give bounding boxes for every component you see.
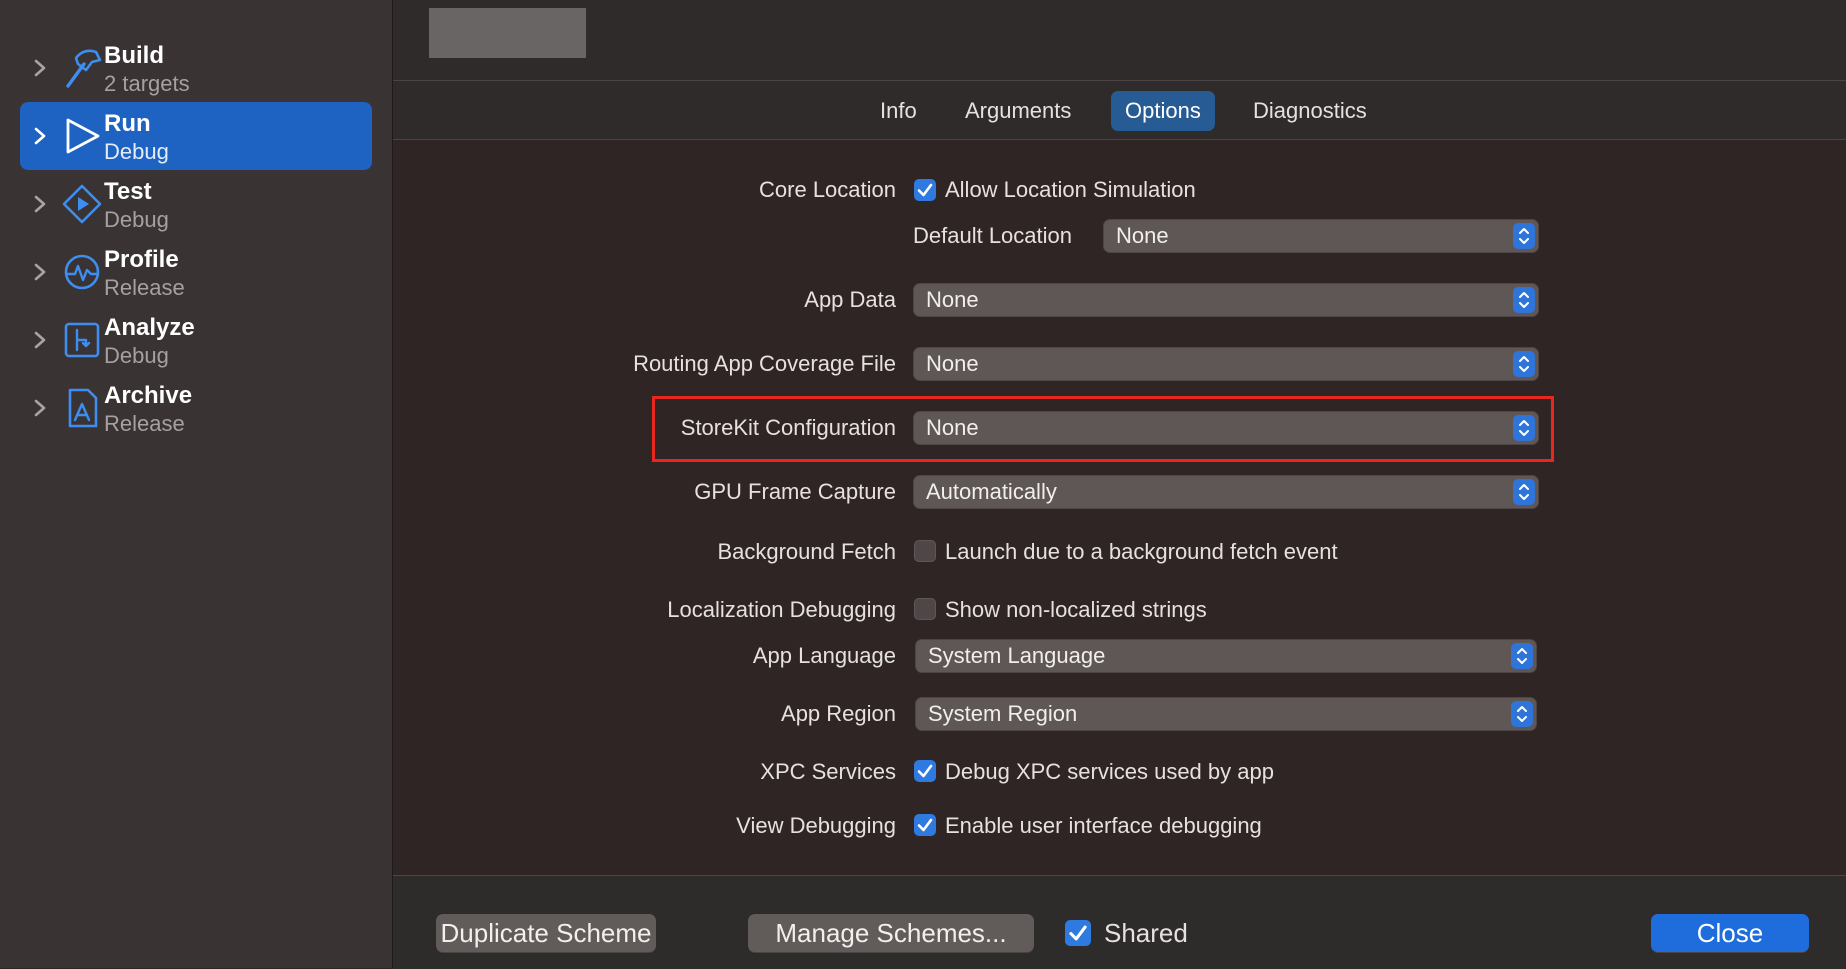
app-language-label: App Language	[752, 643, 896, 668]
sidebar-item-title: Test	[104, 178, 152, 205]
app-data-popup[interactable]: None	[914, 284, 1538, 316]
xpc-services-checkbox-label: Debug XPC services used by app	[945, 759, 1274, 784]
chevron-right-icon[interactable]	[28, 122, 52, 150]
app-region-label: App Region	[781, 701, 896, 726]
app-language-popup[interactable]: System Language	[916, 640, 1536, 672]
app-region-popup[interactable]: System Region	[916, 698, 1536, 730]
routing-app-coverage-label: Routing App Coverage File	[633, 351, 896, 376]
popup-value: None	[1116, 223, 1169, 248]
duplicate-scheme-button[interactable]: Duplicate Scheme	[436, 914, 656, 952]
checkmark-icon	[1069, 925, 1087, 941]
chevron-right-icon[interactable]	[28, 394, 52, 422]
localization-debugging-checkbox-label: Show non-localized strings	[945, 597, 1207, 622]
bottom-bar: Duplicate Scheme Manage Schemes... Share…	[393, 875, 1846, 969]
checkmark-icon	[917, 764, 933, 778]
tab-diagnostics[interactable]: Diagnostics	[1239, 91, 1381, 131]
background-fetch-label: Background Fetch	[717, 539, 896, 564]
shared-checkbox-label: Shared	[1104, 918, 1188, 948]
tab-bar: Info Arguments Options Diagnostics	[393, 81, 1846, 140]
default-location-label: Default Location	[913, 223, 1072, 248]
play-icon	[66, 118, 100, 154]
core-location-checkbox[interactable]	[914, 179, 936, 201]
sidebar-item-title: Profile	[104, 246, 179, 273]
shared-checkbox[interactable]	[1065, 920, 1091, 946]
tab-options[interactable]: Options	[1111, 91, 1215, 131]
core-location-checkbox-label: Allow Location Simulation	[945, 177, 1196, 202]
test-diamond-icon	[62, 184, 102, 224]
view-debugging-checkbox[interactable]	[914, 814, 936, 836]
sidebar-item-subtitle: Debug	[104, 207, 169, 232]
xpc-services-checkbox[interactable]	[914, 760, 936, 782]
sidebar-item-subtitle: Debug	[104, 139, 169, 164]
chevron-updown-icon	[1513, 287, 1535, 313]
chevron-updown-icon	[1511, 701, 1533, 727]
popup-value: System Region	[928, 701, 1078, 726]
sidebar-item-title: Archive	[104, 382, 193, 409]
view-debugging-checkbox-label: Enable user interface debugging	[945, 813, 1262, 838]
chevron-updown-icon	[1513, 351, 1535, 377]
gpu-frame-capture-popup[interactable]: Automatically	[914, 476, 1538, 508]
localization-debugging-label: Localization Debugging	[667, 597, 896, 622]
tab-arguments[interactable]: Arguments	[951, 91, 1085, 131]
localization-debugging-checkbox[interactable]	[914, 598, 936, 620]
editor-header	[393, 0, 1846, 81]
chevron-updown-icon	[1513, 223, 1535, 249]
sidebar-item-subtitle: Release	[104, 411, 185, 436]
gpu-frame-capture-label: GPU Frame Capture	[694, 479, 896, 504]
chevron-right-icon[interactable]	[28, 190, 52, 218]
close-button[interactable]: Close	[1651, 914, 1809, 952]
analyze-branch-icon	[64, 322, 100, 358]
checkmark-icon	[917, 818, 933, 832]
sidebar-item-subtitle: Release	[104, 275, 185, 300]
checkmark-icon	[917, 183, 933, 197]
redacted-scheme-name	[429, 8, 586, 58]
sidebar-item-build[interactable]: Build 2 targets	[20, 34, 372, 102]
sidebar-item-title: Analyze	[104, 314, 195, 341]
chevron-updown-icon	[1513, 479, 1535, 505]
popup-value: Automatically	[926, 479, 1057, 504]
chevron-right-icon[interactable]	[28, 258, 52, 286]
sidebar-item-subtitle: Debug	[104, 343, 169, 368]
sidebar-item-title: Run	[104, 110, 151, 137]
app-data-label: App Data	[804, 287, 896, 312]
sidebar-item-subtitle: 2 targets	[104, 71, 190, 96]
chevron-updown-icon	[1511, 643, 1533, 669]
popup-value: System Language	[928, 643, 1106, 668]
popup-value: None	[926, 287, 979, 312]
routing-app-coverage-popup[interactable]: None	[914, 348, 1538, 380]
chevron-right-icon[interactable]	[28, 326, 52, 354]
tab-info[interactable]: Info	[866, 91, 931, 131]
popup-value: None	[926, 351, 979, 376]
default-location-popup[interactable]: None	[1104, 220, 1538, 252]
background-fetch-checkbox[interactable]	[914, 540, 936, 562]
core-location-label: Core Location	[759, 177, 896, 202]
instruments-gauge-icon	[64, 254, 100, 290]
view-debugging-label: View Debugging	[736, 813, 896, 838]
background-fetch-checkbox-label: Launch due to a background fetch event	[945, 539, 1338, 564]
sidebar-item-run[interactable]: Run Debug	[20, 102, 372, 170]
chevron-right-icon[interactable]	[28, 54, 52, 82]
sidebar-item-title: Build	[104, 42, 164, 69]
archive-appstore-icon	[68, 388, 98, 428]
storekit-highlight-box	[652, 396, 1554, 462]
manage-schemes-button[interactable]: Manage Schemes...	[748, 914, 1034, 952]
xpc-services-label: XPC Services	[760, 759, 896, 784]
hammer-icon	[66, 49, 102, 88]
